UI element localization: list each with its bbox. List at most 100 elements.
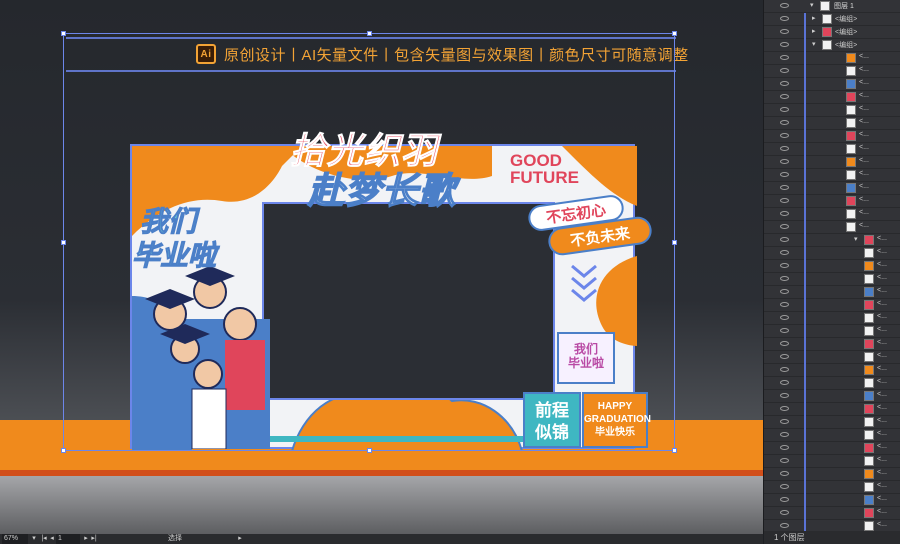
- layer-row[interactable]: <...: [764, 156, 900, 169]
- layer-name[interactable]: <...: [877, 248, 887, 255]
- layer-row[interactable]: <...: [764, 403, 900, 416]
- layer-name[interactable]: <...: [877, 378, 887, 385]
- artboard-canvas[interactable]: Ai 原创设计丨AI矢量文件丨包含矢量图与效果图丨颜色尺寸可随意调整 拾光织羽 …: [0, 0, 763, 534]
- visibility-eye-icon[interactable]: [780, 315, 789, 320]
- layer-row[interactable]: <...: [764, 455, 900, 468]
- layer-name[interactable]: 图层 1: [834, 1, 854, 11]
- resize-handle-s[interactable]: [367, 448, 372, 453]
- resize-handle-ne[interactable]: [672, 31, 677, 36]
- layer-name[interactable]: <...: [877, 469, 887, 476]
- selection-bounding-box[interactable]: [61, 31, 677, 453]
- layer-row-top[interactable]: ▾ 图层 1: [764, 0, 900, 13]
- zoom-dropdown-icon[interactable]: ▾: [30, 534, 38, 544]
- visibility-eye-icon[interactable]: [780, 42, 789, 47]
- layer-name[interactable]: <...: [877, 287, 887, 294]
- layer-row[interactable]: <...: [764, 104, 900, 117]
- layer-name[interactable]: <...: [877, 430, 887, 437]
- prev-page-icon[interactable]: ◂: [48, 534, 56, 544]
- layer-row[interactable]: <...: [764, 468, 900, 481]
- layer-name[interactable]: <...: [859, 157, 869, 164]
- layer-row[interactable]: ▾ <...: [764, 234, 900, 247]
- chevron-right-icon[interactable]: ▸: [812, 27, 816, 35]
- visibility-eye-icon[interactable]: [780, 341, 789, 346]
- layer-row[interactable]: <...: [764, 78, 900, 91]
- visibility-eye-icon[interactable]: [780, 81, 789, 86]
- resize-handle-se[interactable]: [672, 448, 677, 453]
- chevron-down-icon[interactable]: ▾: [854, 235, 858, 243]
- layer-name[interactable]: <...: [877, 261, 887, 268]
- layer-name[interactable]: <...: [859, 131, 869, 138]
- layer-name[interactable]: <...: [859, 183, 869, 190]
- visibility-eye-icon[interactable]: [780, 484, 789, 489]
- visibility-eye-icon[interactable]: [780, 250, 789, 255]
- layer-row[interactable]: <...: [764, 429, 900, 442]
- layer-row[interactable]: <...: [764, 507, 900, 520]
- visibility-eye-icon[interactable]: [780, 354, 789, 359]
- layer-name[interactable]: <...: [877, 456, 887, 463]
- visibility-eye-icon[interactable]: [780, 445, 789, 450]
- layer-name[interactable]: <...: [877, 417, 887, 424]
- visibility-eye-icon[interactable]: [780, 29, 789, 34]
- visibility-eye-icon[interactable]: [780, 146, 789, 151]
- visibility-eye-icon[interactable]: [780, 380, 789, 385]
- layer-name[interactable]: <编组>: [835, 40, 857, 50]
- layer-name[interactable]: <...: [859, 209, 869, 216]
- visibility-eye-icon[interactable]: [780, 68, 789, 73]
- layer-row[interactable]: <...: [764, 364, 900, 377]
- layer-name[interactable]: <...: [859, 118, 869, 125]
- layer-row[interactable]: <...: [764, 299, 900, 312]
- layer-row[interactable]: <...: [764, 195, 900, 208]
- layer-row[interactable]: <...: [764, 442, 900, 455]
- layer-name[interactable]: <...: [859, 170, 869, 177]
- layer-row[interactable]: <...: [764, 91, 900, 104]
- layer-row[interactable]: ▸ <编组>: [764, 26, 900, 39]
- visibility-eye-icon[interactable]: [780, 211, 789, 216]
- visibility-eye-icon[interactable]: [780, 55, 789, 60]
- visibility-eye-icon[interactable]: [780, 289, 789, 294]
- layer-row[interactable]: ▸ <编组>: [764, 13, 900, 26]
- layer-name[interactable]: <...: [859, 196, 869, 203]
- visibility-eye-icon[interactable]: [780, 107, 789, 112]
- visibility-eye-icon[interactable]: [780, 276, 789, 281]
- visibility-eye-icon[interactable]: [780, 419, 789, 424]
- layer-name[interactable]: <...: [859, 92, 869, 99]
- resize-handle-sw[interactable]: [61, 448, 66, 453]
- visibility-eye-icon[interactable]: [780, 497, 789, 502]
- visibility-eye-icon[interactable]: [780, 523, 789, 528]
- layer-row[interactable]: ▾ <编组>: [764, 39, 900, 52]
- chevron-down-icon[interactable]: ▾: [810, 1, 814, 9]
- visibility-eye-icon[interactable]: [780, 172, 789, 177]
- layer-name[interactable]: <...: [877, 521, 887, 528]
- layer-row[interactable]: <...: [764, 351, 900, 364]
- layer-row[interactable]: <...: [764, 260, 900, 273]
- chevron-right-icon[interactable]: ▸: [812, 14, 816, 22]
- visibility-eye-icon[interactable]: [780, 133, 789, 138]
- chevron-down-icon[interactable]: ▾: [812, 40, 816, 48]
- layer-name[interactable]: <...: [859, 144, 869, 151]
- layer-row[interactable]: <...: [764, 494, 900, 507]
- visibility-eye-icon[interactable]: [780, 3, 789, 8]
- resize-handle-e[interactable]: [672, 240, 677, 245]
- visibility-eye-icon[interactable]: [780, 432, 789, 437]
- layer-row[interactable]: <...: [764, 273, 900, 286]
- visibility-eye-icon[interactable]: [780, 224, 789, 229]
- visibility-eye-icon[interactable]: [780, 159, 789, 164]
- layer-row[interactable]: <...: [764, 338, 900, 351]
- layer-name[interactable]: <...: [877, 313, 887, 320]
- layer-name[interactable]: <...: [877, 404, 887, 411]
- layer-row[interactable]: <...: [764, 416, 900, 429]
- layer-name[interactable]: <...: [877, 352, 887, 359]
- layer-name[interactable]: <编组>: [835, 14, 857, 24]
- layer-row[interactable]: <...: [764, 481, 900, 494]
- layer-name[interactable]: <...: [859, 222, 869, 229]
- layer-row[interactable]: <...: [764, 117, 900, 130]
- zoom-input[interactable]: 67%: [2, 534, 28, 544]
- visibility-eye-icon[interactable]: [780, 510, 789, 515]
- visibility-eye-icon[interactable]: [780, 16, 789, 21]
- layer-name[interactable]: <...: [877, 443, 887, 450]
- layer-name[interactable]: <...: [877, 495, 887, 502]
- layer-row[interactable]: <...: [764, 377, 900, 390]
- visibility-eye-icon[interactable]: [780, 94, 789, 99]
- layer-row[interactable]: <...: [764, 143, 900, 156]
- visibility-eye-icon[interactable]: [780, 237, 789, 242]
